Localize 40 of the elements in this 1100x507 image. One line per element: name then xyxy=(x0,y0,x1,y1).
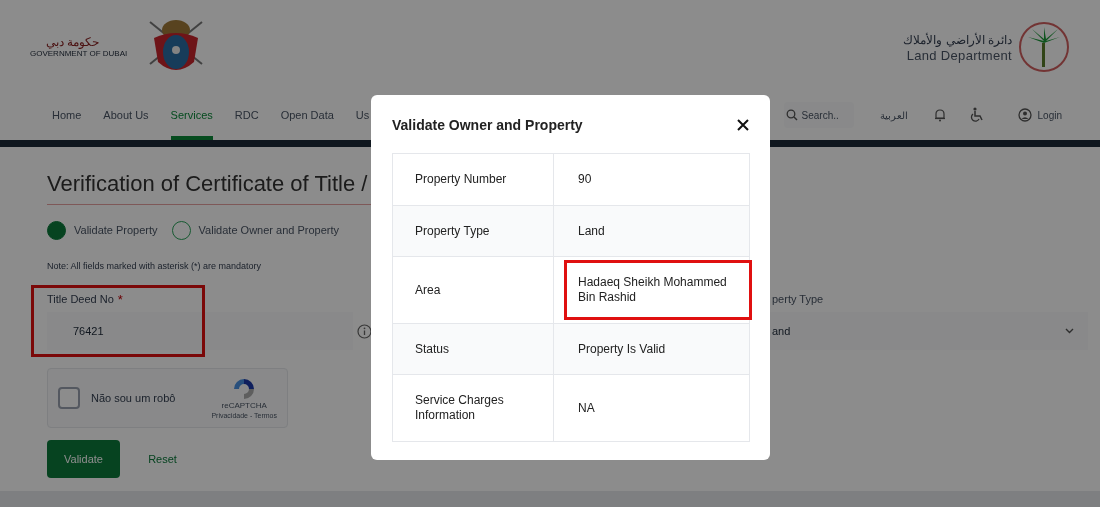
close-icon[interactable] xyxy=(737,119,749,131)
logo-arabic-text: حكومة دبي xyxy=(45,35,100,49)
login-label: Login xyxy=(1037,108,1062,123)
bell-icon[interactable] xyxy=(933,108,946,122)
captcha-brand: reCAPTCHA xyxy=(221,400,267,411)
nav-link[interactable]: Home xyxy=(52,90,82,140)
table-cell-text: 90 xyxy=(577,171,593,188)
recaptcha-logo-icon xyxy=(232,376,257,401)
radio-button[interactable] xyxy=(47,221,66,240)
palm-tree-icon xyxy=(1018,21,1070,73)
logo-text: Land Department xyxy=(906,47,1012,63)
radio-label: Validate Property xyxy=(74,223,158,239)
table-cell: Service Charges Information xyxy=(393,375,554,441)
chevron-down-icon xyxy=(1065,328,1074,334)
nav-link[interactable]: Us xyxy=(355,90,370,140)
nav-link[interactable]: RDC xyxy=(234,90,259,140)
field-label: perty Type xyxy=(772,292,824,307)
table-cell-text: Property Is Valid xyxy=(577,340,667,358)
search-icon xyxy=(785,109,798,121)
validate-button[interactable]: Validate xyxy=(47,440,120,478)
logo-text: GOVERNMENT OF DUBAI xyxy=(30,49,128,59)
language-link[interactable]: العربية xyxy=(871,107,916,123)
user-icon xyxy=(1017,108,1032,122)
table-cell-text: Land xyxy=(577,222,606,240)
checkbox-label: Não sou um robô xyxy=(91,390,176,406)
radio-label: Validate Owner and Property xyxy=(198,223,339,239)
dialog-title: Validate Owner and Property xyxy=(392,115,583,135)
form-note: Note: All fields marked with asterisk (*) are mandatory xyxy=(47,260,263,273)
login-link[interactable]: Login xyxy=(1007,107,1072,123)
required-mark: * xyxy=(117,290,123,309)
info-icon[interactable] xyxy=(357,323,372,339)
nav-link[interactable]: Open Data xyxy=(280,90,334,140)
checkbox[interactable] xyxy=(58,387,80,409)
nav-link[interactable]: About Us xyxy=(103,90,149,140)
table-cell: Hadaeq Sheikh Mohammed Bin Rashid xyxy=(564,260,752,320)
logo-arabic-text: دائرة الأراضي والأملاك xyxy=(903,31,1012,48)
field-label: Title Deed No xyxy=(47,292,114,307)
select-value: and xyxy=(772,323,791,339)
search-input[interactable]: Search.. xyxy=(801,107,852,123)
table-cell-text: NA xyxy=(577,399,596,417)
